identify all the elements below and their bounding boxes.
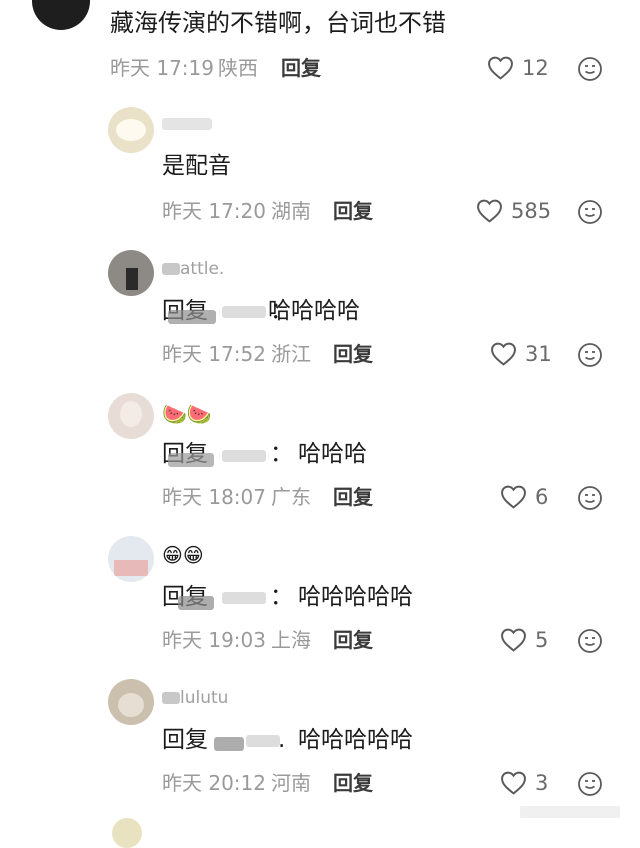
reply-time: 昨天 18:07 xyxy=(162,485,266,509)
reply-location: 浙江 xyxy=(271,342,311,366)
top-comment-location: 陕西 xyxy=(218,56,258,80)
reply-avatar[interactable] xyxy=(108,536,154,582)
reply-avatar[interactable] xyxy=(108,679,154,725)
reply-like-count: 6 xyxy=(535,485,549,509)
top-comment-reply-button[interactable]: 回复 xyxy=(281,55,321,81)
reply-target-redaction xyxy=(168,310,216,324)
reply-like-button[interactable]: 3 xyxy=(500,770,548,796)
heart-outline-icon xyxy=(501,771,526,795)
reply-like-button[interactable]: 31 xyxy=(490,341,552,367)
reply-time: 昨天 17:20 xyxy=(162,199,266,223)
username-redaction xyxy=(162,692,180,704)
reply-location: 广东 xyxy=(271,485,311,509)
heart-outline-icon xyxy=(501,628,526,652)
reply-username-emoji[interactable]: 😁😁 xyxy=(162,544,204,566)
reply-reply-button[interactable]: 回复 xyxy=(333,484,373,510)
reply-reply-button[interactable]: 回复 xyxy=(333,770,373,796)
reply-location: 河南 xyxy=(271,771,311,795)
reply-username-emoji[interactable]: 🍉🍉 xyxy=(162,403,212,425)
reply-colon: . xyxy=(278,727,286,753)
top-comment-like-count: 12 xyxy=(522,56,549,80)
reply-avatar[interactable] xyxy=(108,393,154,439)
smiley-face-icon[interactable] xyxy=(577,342,603,368)
reply-like-count: 5 xyxy=(535,628,549,652)
reply-text: 是配音 xyxy=(162,153,231,179)
next-reply-avatar[interactable] xyxy=(112,818,142,848)
smiley-face-icon[interactable] xyxy=(577,56,603,82)
top-comment-text: 藏海传演的不错啊，台词也不错 xyxy=(110,9,446,37)
username-redaction xyxy=(162,263,180,275)
reply-location: 上海 xyxy=(271,628,311,652)
top-commenter-avatar[interactable] xyxy=(32,0,90,30)
top-comment-like-button[interactable]: 12 xyxy=(487,55,549,81)
reply-like-button[interactable]: 6 xyxy=(500,484,548,510)
reply-prefix: 回复 xyxy=(162,727,208,753)
reply-location: 湖南 xyxy=(271,199,311,223)
heart-outline-icon xyxy=(491,342,516,366)
reply-username[interactable]: lulutu xyxy=(180,688,228,708)
reply-colon: ： xyxy=(270,298,293,324)
reply-time: 昨天 19:03 xyxy=(162,628,266,652)
reply-text: 哈哈哈哈哈 xyxy=(298,727,413,753)
reply-like-count: 3 xyxy=(535,771,549,795)
reply-colon: ： xyxy=(270,441,293,467)
reply-colon: ： xyxy=(270,584,293,610)
heart-outline-icon xyxy=(501,485,526,509)
username-redaction xyxy=(162,118,212,130)
reply-time: 昨天 17:52 xyxy=(162,342,266,366)
reply-target-redaction xyxy=(222,450,266,462)
reply-username[interactable]: attle. xyxy=(180,259,224,279)
reply-text: 哈哈哈 xyxy=(298,441,367,467)
smiley-face-icon[interactable] xyxy=(577,485,603,511)
top-comment-time: 昨天 17:19 xyxy=(110,56,214,80)
reply-target-redaction xyxy=(178,596,214,610)
reply-target-redaction xyxy=(214,737,244,751)
reply-text: 哈哈哈哈哈 xyxy=(298,584,413,610)
reply-like-button[interactable]: 5 xyxy=(500,627,548,653)
reply-reply-button[interactable]: 回复 xyxy=(333,198,373,224)
heart-outline-icon xyxy=(488,56,513,80)
reply-target-redaction xyxy=(168,453,214,467)
heart-outline-icon xyxy=(477,199,502,223)
reply-like-count: 585 xyxy=(511,199,552,223)
smiley-face-icon[interactable] xyxy=(577,199,603,225)
smiley-face-icon[interactable] xyxy=(577,628,603,654)
reply-like-count: 31 xyxy=(525,342,552,366)
reply-target-redaction xyxy=(222,306,266,318)
reply-target-redaction xyxy=(222,592,266,604)
smiley-face-icon[interactable] xyxy=(577,771,603,797)
reply-avatar[interactable] xyxy=(108,250,154,296)
reply-reply-button[interactable]: 回复 xyxy=(333,341,373,367)
reply-avatar[interactable] xyxy=(108,107,154,153)
watermark xyxy=(520,806,620,818)
reply-time: 昨天 20:12 xyxy=(162,771,266,795)
reply-like-button[interactable]: 585 xyxy=(476,198,551,224)
reply-target-redaction xyxy=(246,735,280,747)
reply-reply-button[interactable]: 回复 xyxy=(333,627,373,653)
